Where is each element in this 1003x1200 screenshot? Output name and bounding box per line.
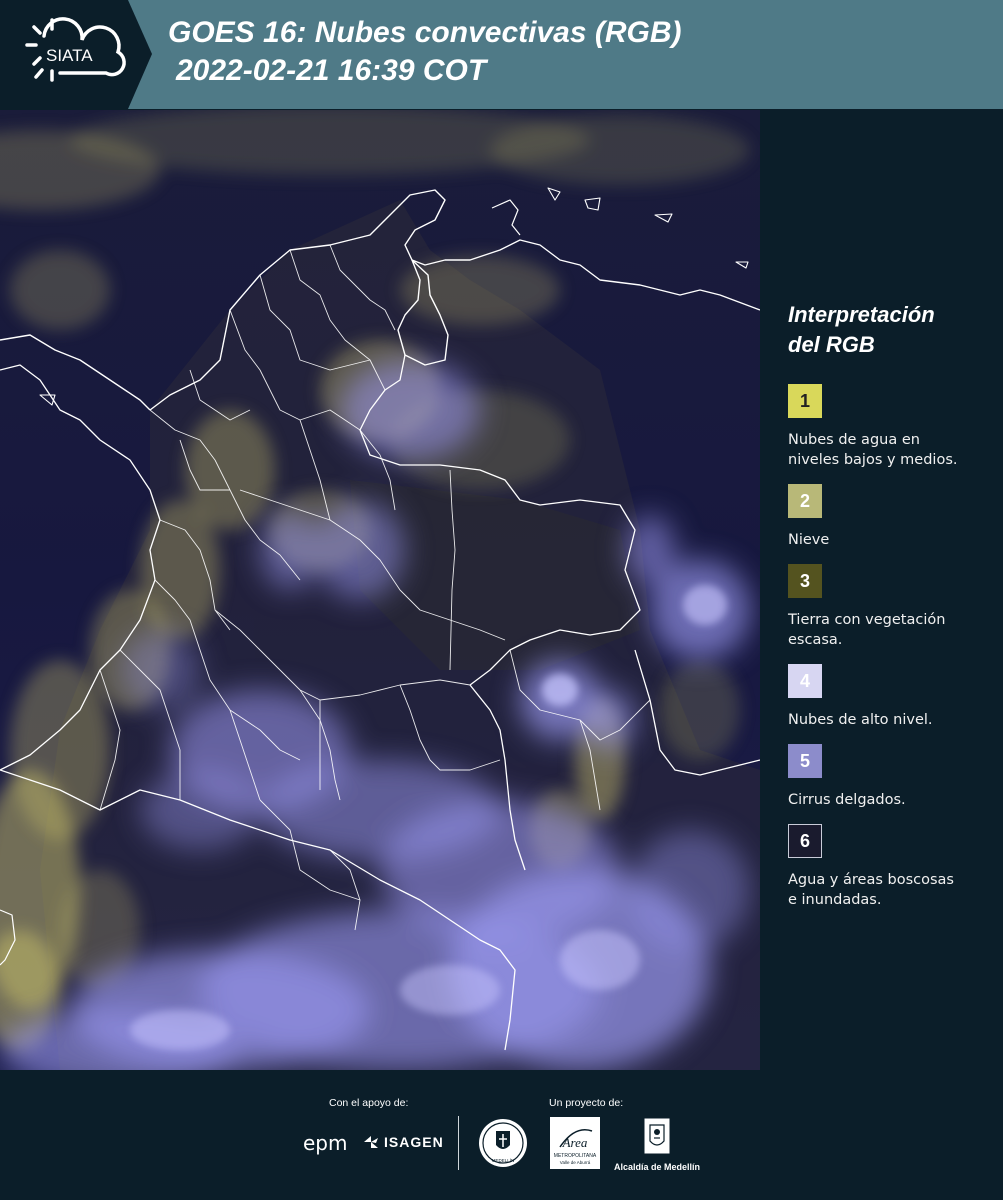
legend-label-3-line2: escasa. <box>788 632 843 648</box>
legend-label-3: Tierra con vegetación escasa. <box>788 610 988 650</box>
legend-item-6: 6 Agua y áreas boscosas e inundadas. <box>788 824 988 910</box>
area-metropolitana-sub1: METROPOLITANA <box>554 1153 597 1159</box>
medellin-seal: MEDELLÍN <box>479 1119 527 1167</box>
legend-label-1: Nubes de agua en niveles bajos y medios. <box>788 430 988 470</box>
footer-divider <box>458 1116 459 1170</box>
area-metropolitana-wordmark: Área <box>562 1135 588 1150</box>
alcaldia-medellin-logo: Alcaldía de Medellín <box>612 1117 702 1172</box>
alcaldia-shield-icon <box>643 1117 671 1155</box>
legend-title-line2: del RGB <box>788 332 875 357</box>
header-bar: SIATA GOES 16: Nubes convectivas (RGB) 2… <box>0 0 1003 109</box>
rgb-legend: Interpretación del RGB 1 Nubes de agua e… <box>788 300 988 924</box>
medellin-seal-text: MEDELLÍN <box>492 1157 515 1163</box>
legend-label-4: Nubes de alto nivel. <box>788 710 988 730</box>
footer-sponsors: Con el apoyo de: Un proyecto de: epm ISA… <box>0 1070 1003 1200</box>
epm-wordmark: epm <box>303 1131 348 1155</box>
area-metropolitana-logo: Área METROPOLITANA Valle de Aburrá <box>550 1117 600 1169</box>
legend-label-6-line1: Agua y áreas boscosas <box>788 872 954 888</box>
legend-label-1-line1: Nubes de agua en <box>788 432 920 448</box>
legend-swatch-6: 6 <box>788 824 822 858</box>
page-title: GOES 16: Nubes convectivas (RGB) 2022-02… <box>168 14 682 90</box>
legend-label-2: Nieve <box>788 530 988 550</box>
legend-label-5-line1: Cirrus delgados. <box>788 792 906 808</box>
legend-swatch-3: 3 <box>788 564 822 598</box>
isagen-icon <box>364 1136 378 1148</box>
legend-label-3-line1: Tierra con vegetación <box>788 612 946 628</box>
legend-label-5: Cirrus delgados. <box>788 790 988 810</box>
area-metropolitana-sub2: Valle de Aburrá <box>560 1160 591 1165</box>
isagen-wordmark: ISAGEN <box>384 1134 444 1150</box>
legend-item-3: 3 Tierra con vegetación escasa. <box>788 564 988 650</box>
title-timestamp: 2022-02-21 16:39 COT <box>176 54 487 87</box>
siata-wordmark: SIATA <box>46 46 93 65</box>
project-label: Un proyecto de: <box>549 1097 624 1109</box>
legend-item-2: 2 Nieve <box>788 484 988 550</box>
legend-label-1-line2: niveles bajos y medios. <box>788 452 958 468</box>
satellite-map <box>0 110 760 1070</box>
legend-title-line1: Interpretación <box>788 302 935 327</box>
siata-logo: SIATA <box>0 0 152 109</box>
legend-swatch-5: 5 <box>788 744 822 778</box>
legend-item-5: 5 Cirrus delgados. <box>788 744 988 810</box>
legend-swatch-1: 1 <box>788 384 822 418</box>
legend-label-2-line1: Nieve <box>788 532 830 548</box>
title-product: GOES 16: Nubes convectivas (RGB) <box>168 16 682 49</box>
legend-swatch-2: 2 <box>788 484 822 518</box>
isagen-logo: ISAGEN <box>362 1134 444 1150</box>
legend-label-4-line1: Nubes de alto nivel. <box>788 712 933 728</box>
legend-title: Interpretación del RGB <box>788 300 988 360</box>
legend-swatch-4: 4 <box>788 664 822 698</box>
legend-item-1: 1 Nubes de agua en niveles bajos y medio… <box>788 384 988 470</box>
legend-item-4: 4 Nubes de alto nivel. <box>788 664 988 730</box>
legend-label-6: Agua y áreas boscosas e inundadas. <box>788 870 988 910</box>
epm-logo: epm <box>303 1131 347 1155</box>
support-label: Con el apoyo de: <box>329 1097 409 1109</box>
legend-label-6-line2: e inundadas. <box>788 892 882 908</box>
alcaldia-label: Alcaldía de Medellín <box>613 1162 701 1172</box>
satellite-image <box>0 110 760 1070</box>
